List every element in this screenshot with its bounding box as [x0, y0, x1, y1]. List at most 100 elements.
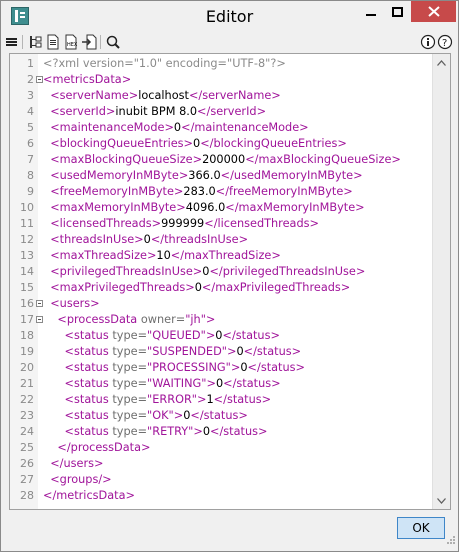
minimize-button[interactable] — [357, 1, 384, 22]
code-token: 10 — [156, 249, 171, 262]
code-line[interactable]: 8 <usedMemoryInMByte>366.0</usedMemoryIn… — [10, 168, 430, 184]
code-line[interactable]: 25 </processData> — [10, 440, 430, 456]
code-line[interactable]: 12 <threadsInUse>0</threadsInUse> — [10, 232, 430, 248]
code-line[interactable]: 19 <status type="SUSPENDED">0</status> — [10, 344, 430, 360]
svg-text:?: ? — [442, 38, 447, 49]
code-token: <licensedThreads> — [50, 217, 162, 230]
svg-text:HEX: HEX — [67, 42, 78, 48]
fold-toggle-icon[interactable] — [36, 316, 43, 323]
close-button[interactable] — [411, 1, 456, 22]
code-token: <maxBlockingQueueSize> — [50, 153, 203, 166]
code-line[interactable]: 16 <users> — [10, 296, 430, 312]
code-line[interactable]: 6 <blockingQueueEntries>0</blockingQueue… — [10, 136, 430, 152]
code-token: "RETRY" — [147, 425, 194, 438]
code-token: </serverId> — [197, 105, 267, 118]
code-line[interactable]: 24 <status type="RETRY">0</status> — [10, 424, 430, 440]
code-token: </licensedThreads> — [204, 217, 319, 230]
xml-editor[interactable]: 1 <?xml version="1.0" encoding="UTF-8"?> 2… — [9, 53, 451, 510]
code-token: <groups/> — [50, 473, 112, 486]
code-line[interactable]: 27 <groups/> — [10, 472, 430, 488]
code-text: <serverName>localhost</serverName> — [43, 88, 281, 104]
code-token: <metricsData> — [43, 73, 132, 86]
info-icon[interactable] — [420, 34, 436, 50]
menu-icon[interactable] — [4, 34, 20, 50]
code-line[interactable]: 9 <freeMemoryInMByte>283.0</freeMemoryIn… — [10, 184, 430, 200]
code-token: > — [230, 361, 241, 374]
code-line[interactable]: 20 <status type="PROCESSING">0</status> — [10, 360, 430, 376]
line-number: 16 — [20, 297, 34, 310]
code-line[interactable]: 1 <?xml version="1.0" encoding="UTF-8"?> — [10, 56, 430, 72]
document-icon[interactable] — [45, 34, 61, 50]
code-line[interactable]: 15 <maxPrivilegedThreads>0</maxPrivilege… — [10, 280, 430, 296]
import-icon[interactable] — [81, 34, 97, 50]
code-line[interactable]: 22 <status type="ERROR">1</status> — [10, 392, 430, 408]
title-bar[interactable]: Editor — [1, 1, 458, 32]
code-token: </usedMemoryInMByte> — [220, 169, 363, 182]
code-token: 200000 — [202, 153, 246, 166]
line-number: 15 — [20, 281, 34, 294]
code-line[interactable]: 2 <metricsData> — [10, 72, 430, 88]
code-token: </privilegedThreadsInUse> — [209, 265, 366, 278]
code-token: <users> — [50, 297, 100, 310]
code-text: <status type="ERROR">1</status> — [43, 392, 272, 408]
line-number: 20 — [20, 361, 34, 374]
fold-toggle-icon[interactable] — [36, 76, 43, 83]
code-token: </status> — [243, 345, 302, 358]
code-line[interactable]: 13 <maxThreadSize>10</maxThreadSize> — [10, 248, 430, 264]
code-token: "PROCESSING" — [147, 361, 231, 374]
help-icon[interactable]: ? — [437, 34, 453, 50]
search-icon[interactable] — [105, 34, 121, 50]
vertical-scrollbar[interactable] — [432, 54, 450, 509]
code-line[interactable]: 18 <status type="QUEUED">0</status> — [10, 328, 430, 344]
code-token: </status> — [222, 329, 280, 342]
code-text: <maxThreadSize>10</maxThreadSize> — [43, 248, 281, 264]
resize-grip-icon[interactable] — [446, 530, 456, 549]
code-line[interactable]: 5 <maintenanceMode>0</maintenanceMode> — [10, 120, 430, 136]
code-line[interactable]: 14 <privilegedThreadsInUse>0</privileged… — [10, 264, 430, 280]
line-number: 11 — [20, 217, 34, 230]
line-number: 9 — [27, 185, 34, 198]
code-line[interactable]: 10 <maxMemoryInMByte>4096.0</maxMemoryIn… — [10, 200, 430, 216]
code-text: <groups/> — [43, 472, 112, 488]
code-token: <serverId> — [50, 105, 116, 118]
code-token: </maxBlockingQueueSize> — [245, 153, 401, 166]
code-token: type= — [112, 329, 148, 342]
code-token: <?xml version="1.0" encoding="UTF-8"?> — [43, 57, 286, 70]
line-number: 18 — [20, 329, 34, 342]
code-text: <status type="SUSPENDED">0</status> — [43, 344, 302, 360]
maximize-button[interactable] — [384, 1, 411, 22]
code-line[interactable]: 17 <processData owner="jh"> — [10, 312, 430, 328]
code-line[interactable]: 28 </metricsData> — [10, 488, 430, 504]
code-line[interactable]: 26 </users> — [10, 456, 430, 472]
scroll-up-button[interactable] — [433, 54, 450, 71]
line-number: 6 — [27, 137, 34, 150]
code-token: > — [205, 329, 216, 342]
fold-toggle-icon[interactable] — [36, 300, 43, 307]
code-token: type= — [112, 425, 148, 438]
tree-icon[interactable] — [27, 34, 43, 50]
code-line[interactable]: 7 <maxBlockingQueueSize>200000</maxBlock… — [10, 152, 430, 168]
code-token: <maintenanceMode> — [50, 121, 174, 134]
ok-button[interactable]: OK — [397, 517, 445, 539]
code-line[interactable]: 11 <licensedThreads>999999</licensedThre… — [10, 216, 430, 232]
line-number: 23 — [20, 409, 34, 422]
code-token: </maintenanceMode> — [181, 121, 309, 134]
code-token: </freeMemoryInMByte> — [215, 185, 353, 198]
code-text: <maxPrivilegedThreads>0</maxPrivilegedTh… — [43, 280, 350, 296]
scroll-down-button[interactable] — [433, 492, 450, 509]
code-token: </processData> — [57, 441, 151, 454]
code-token: > — [173, 409, 184, 422]
code-line[interactable]: 4 <serverId>inubit BPM 8.0</serverId> — [10, 104, 430, 120]
line-number: 28 — [20, 489, 34, 502]
code-line[interactable]: 21 <status type="WAITING">0</status> — [10, 376, 430, 392]
hex-icon[interactable]: HEX — [63, 34, 79, 50]
minimize-icon — [365, 13, 376, 16]
code-text: <serverId>inubit BPM 8.0</serverId> — [43, 104, 266, 120]
code-line[interactable]: 3 <serverName>localhost</serverName> — [10, 88, 430, 104]
line-number: 1 — [27, 57, 34, 70]
code-text: </users> — [43, 456, 103, 472]
code-line[interactable]: 23 <status type="OK">0</status> — [10, 408, 430, 424]
